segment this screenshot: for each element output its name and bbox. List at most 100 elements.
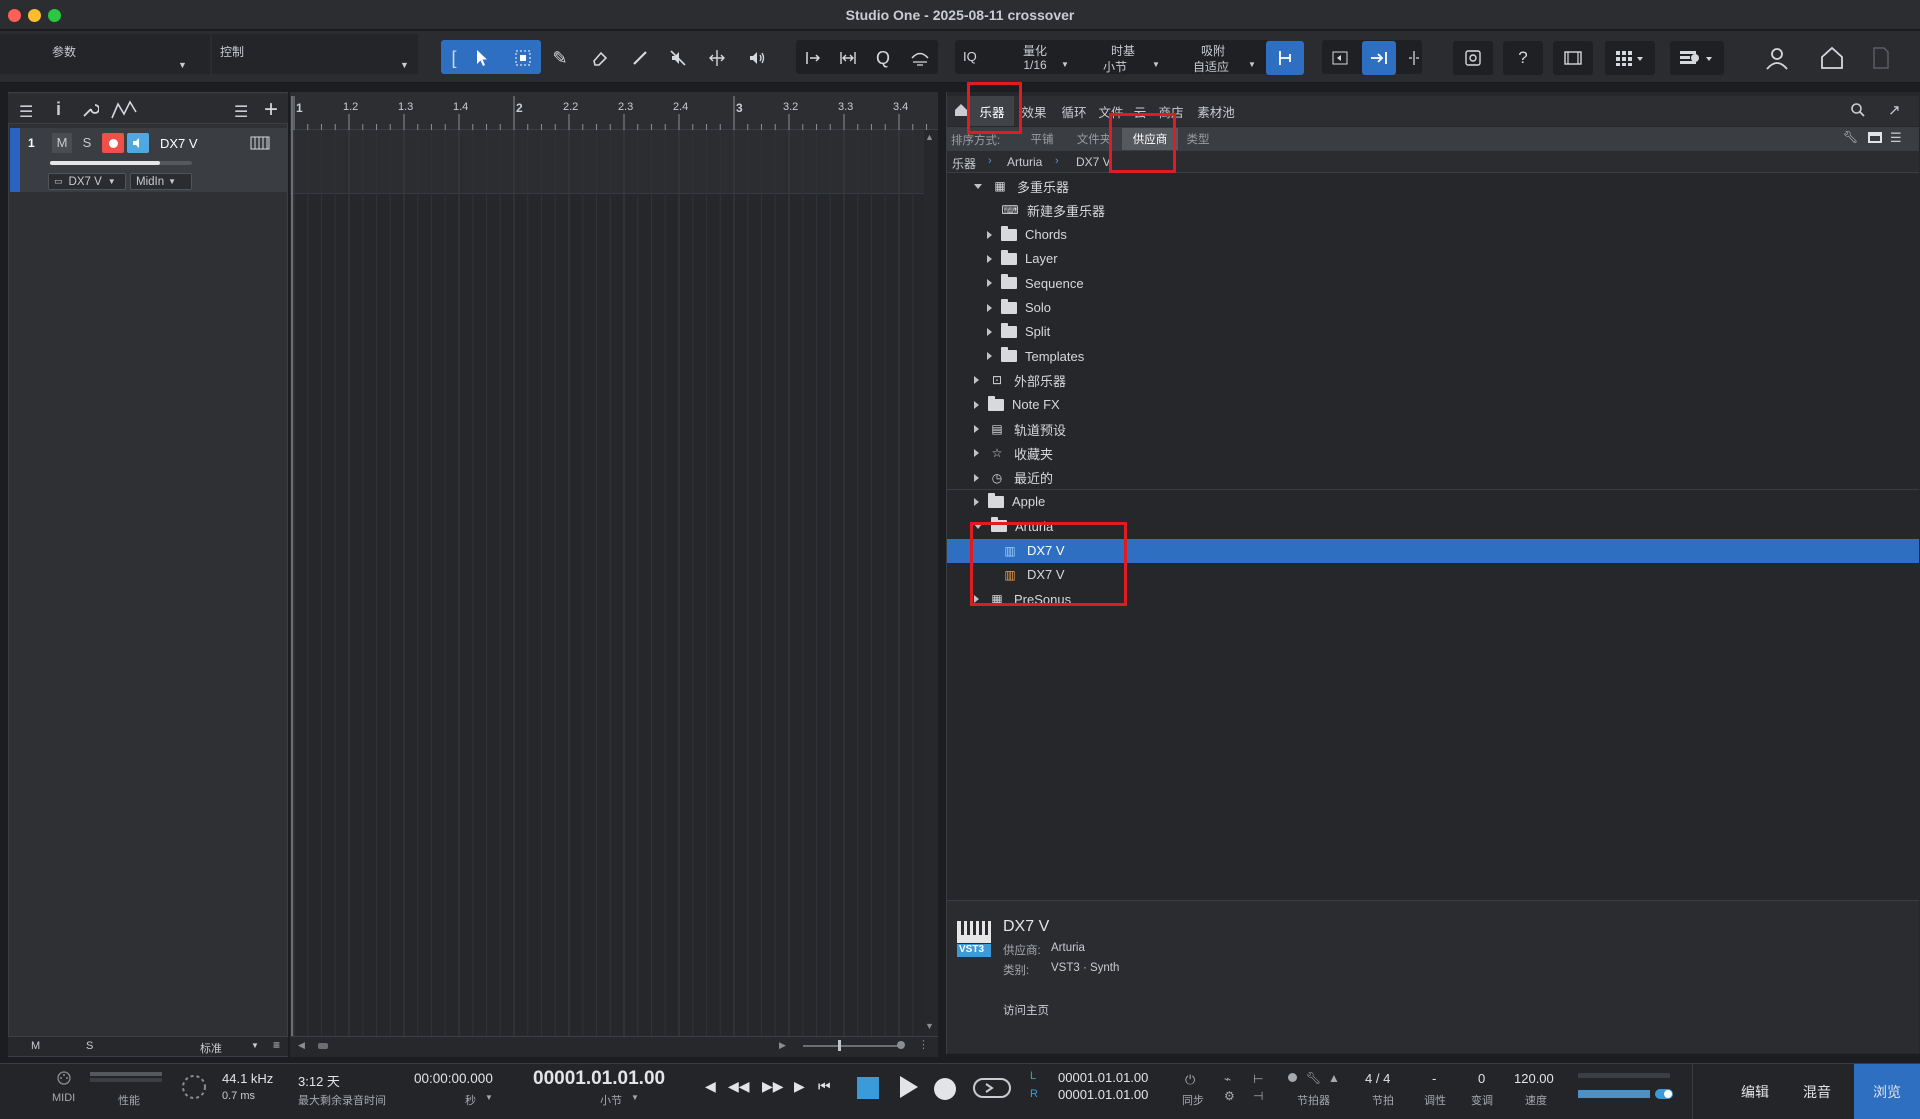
listen-tool-icon[interactable] [742,41,772,75]
browser-tab[interactable]: 云 [1128,96,1152,126]
single-view-icon[interactable] [1868,132,1882,143]
stretch-tool-icon[interactable] [834,41,862,75]
tree-item[interactable]: Apple [947,490,1919,514]
wrench-icon[interactable] [81,101,100,122]
sort-wrench-icon[interactable]: 🔧︎ [1843,130,1858,144]
tree-item[interactable]: Sequence [947,271,1919,295]
instrument-output-select[interactable]: ▭ DX7 V ▼ [48,173,126,190]
list-view-icon[interactable]: ☰ [234,102,248,122]
tree-item[interactable]: Chords [947,223,1919,247]
metronome-settings-icon[interactable]: 🔧︎ [1306,1071,1321,1085]
mute-tool-icon[interactable] [663,41,693,75]
scroll-down-icon[interactable]: ▼ [925,1021,934,1031]
track-height-select[interactable]: 标准 [200,1040,222,1056]
chevron-down-icon[interactable]: ▼ [631,1093,639,1102]
midi-input-select[interactable]: MidIn ▼ [130,173,192,190]
document-icon[interactable] [1866,41,1896,75]
chevron-down-icon[interactable]: ▼ [1152,60,1160,69]
tree-item[interactable]: ▥ DX7 V [947,538,1919,563]
snap-value[interactable]: 自适应 [1183,58,1239,75]
caret-closed-icon[interactable] [974,400,979,409]
caret-open-icon[interactable] [974,523,982,529]
chevron-down-icon[interactable]: ▼ [251,1041,259,1050]
sort-option[interactable]: 文件夹 [1066,128,1122,150]
caret-closed-icon[interactable] [987,230,992,239]
browser-tab[interactable]: 效果 [1014,96,1054,126]
caret-open-icon[interactable] [974,183,982,189]
metronome-icon[interactable]: ▲ [1328,1071,1340,1085]
instrument-keyboard-icon[interactable] [250,136,270,153]
preroll-icon[interactable]: ⊢ [1253,1072,1263,1086]
chevron-down-icon[interactable]: ▼ [1248,60,1256,69]
home-icon[interactable] [1810,41,1854,75]
key-value[interactable]: - [1432,1071,1436,1086]
browser-tab[interactable]: 循环 [1054,96,1094,126]
caret-closed-icon[interactable] [987,279,992,288]
rewind-icon[interactable]: ◀◀ [728,1078,750,1095]
paint-tool-icon[interactable] [625,41,655,75]
previous-marker-icon[interactable]: ◀ [705,1078,716,1095]
tree-item[interactable]: ▥ DX7 V [947,563,1919,587]
browser-home-icon[interactable] [953,102,969,121]
add-track-icon[interactable]: + [264,96,278,124]
caret-closed-icon[interactable] [974,595,979,604]
tree-item[interactable]: ▦ 多重乐器 [947,174,1919,198]
quantize-value[interactable]: 1/16 [1010,58,1060,72]
browser-search-icon[interactable] [1850,102,1866,121]
params-panel[interactable]: 参数 ▼ [0,34,210,74]
precount-icon[interactable]: ⌁ [1224,1072,1231,1086]
pencil-tool-icon[interactable]: ✎ [545,41,575,75]
volume-fader[interactable] [50,161,192,165]
loop-end[interactable]: 00001.01.01.00 [1058,1087,1148,1102]
browser-tab[interactable]: 文件 [1094,96,1128,126]
stop-button[interactable] [857,1077,879,1099]
loop-button[interactable] [972,1075,1012,1104]
browser-tab[interactable]: 商店 [1152,96,1190,126]
tree-item[interactable]: Solo [947,296,1919,320]
fast-forward-icon[interactable]: ▶▶ [762,1078,784,1095]
auto-scroll-left-icon[interactable] [1325,41,1355,75]
caret-closed-icon[interactable] [974,376,979,385]
record-button[interactable] [934,1078,956,1100]
chevron-down-icon[interactable]: ▼ [178,60,187,70]
caret-closed-icon[interactable] [974,473,979,482]
user-account-icon[interactable] [1755,41,1799,75]
midi-monitor-icon[interactable] [52,1070,76,1089]
transpose-value[interactable]: 0 [1478,1071,1485,1086]
timebase-value[interactable]: 小节 [1090,58,1140,75]
tree-item[interactable]: ▤ 轨道预设 [947,417,1919,441]
tree-item[interactable]: ⊡ 外部乐器 [947,368,1919,392]
tree-item[interactable]: ▦ PreSonus [947,587,1919,604]
performance-ring-icon[interactable] [180,1073,208,1104]
caret-closed-icon[interactable] [987,303,992,312]
track-list-menu-icon[interactable]: ☰ [19,102,33,122]
tempo-value[interactable]: 120.00 [1514,1071,1554,1086]
settings-gear-icon[interactable]: ⚙ [1224,1089,1235,1103]
snapshot-icon[interactable] [1453,41,1493,75]
iq-button[interactable]: IQ [963,49,977,64]
scroll-left-icon[interactable]: ◀ [298,1040,305,1051]
panel-divider[interactable] [938,92,946,1057]
click-toggle[interactable] [1655,1089,1673,1099]
global-mute-button[interactable]: M [31,1040,40,1052]
scroll-thumb[interactable] [318,1043,328,1049]
track-name[interactable]: DX7 V [160,136,198,151]
next-marker-icon[interactable]: ▶ [794,1078,805,1095]
return-to-zero-icon[interactable]: ⏮︎ [818,1078,831,1095]
layout-settings-icon[interactable] [1670,41,1724,75]
menu-lines-icon[interactable]: ≡ [273,1038,280,1052]
loop-start[interactable]: 00001.01.01.00 [1058,1070,1148,1085]
play-button[interactable] [896,1073,920,1104]
split-tool-icon[interactable] [702,41,732,75]
snap-toggle-icon[interactable] [1266,41,1304,75]
position-display[interactable]: 00001.01.01.00 [533,1068,665,1090]
tree-item[interactable]: ☆ 收藏夹 [947,441,1919,465]
zoom-slider-end[interactable] [897,1041,905,1049]
time-seconds[interactable]: 00:00:00.000 [414,1071,493,1086]
eraser-tool-icon[interactable] [585,41,615,75]
bend-tool-icon[interactable] [799,41,827,75]
sync-power-icon[interactable]: ⏻ [1185,1072,1195,1088]
track-color-strip[interactable] [10,128,20,192]
browser-tab[interactable]: 乐器 [970,96,1014,126]
help-icon[interactable]: ? [1503,41,1543,75]
